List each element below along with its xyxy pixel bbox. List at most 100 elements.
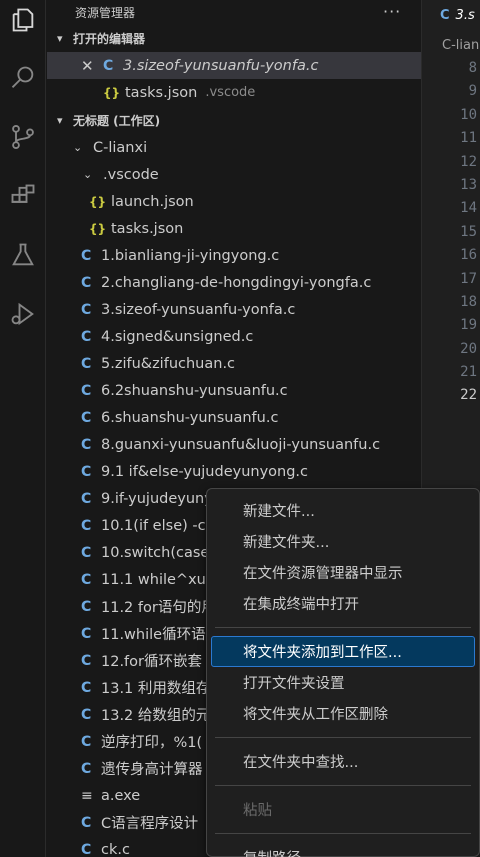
more-actions-icon[interactable]: ··· <box>383 2 401 21</box>
file-label: 1.bianliang-ji-yingyong.c <box>101 247 280 264</box>
line-number: 11 <box>460 130 477 147</box>
menu-item[interactable]: 新建文件... <box>207 495 479 526</box>
file-item[interactable]: C 6.shuanshu-yunsuanfu.c <box>47 404 421 431</box>
file-label: 12.for循环嵌套 <box>101 654 202 670</box>
line-number: 8 <box>468 60 477 76</box>
exe-file-icon: ≡ <box>81 787 93 804</box>
c-file-icon: C <box>81 382 92 399</box>
file-item[interactable]: C 2.changliang-de-hongdingyi-yongfa.c <box>47 269 421 296</box>
menu-item: 粘贴 <box>243 803 272 819</box>
open-editors-header[interactable]: ▾ 打开的编辑器 <box>47 24 421 52</box>
close-icon[interactable]: ✕ <box>81 57 103 75</box>
line-number: 9 <box>468 83 477 100</box>
c-file-icon: C <box>81 436 92 453</box>
c-file-icon: C <box>81 517 92 534</box>
menu-item[interactable]: 在文件夹中查找... <box>207 746 479 777</box>
file-label: ck.c <box>101 841 130 857</box>
line-number: 16 <box>460 247 477 264</box>
file-label: 3.sizeof-yunsuanfu-yonfa.c <box>101 301 296 318</box>
file-label: 9.1 if&else-yujudeyunyong.c <box>101 463 309 480</box>
chevron-down-icon: ⌄ <box>73 141 83 154</box>
file-item[interactable]: C 3.sizeof-yunsuanfu-yonfa.c <box>47 296 421 323</box>
menu-item[interactable]: 打开文件夹设置 <box>207 667 479 698</box>
c-file-icon: C <box>81 490 92 507</box>
c-file-icon: C <box>81 274 92 291</box>
menu-item[interactable]: 将文件夹从工作区删除 <box>207 698 479 729</box>
file-label: 2.changliang-de-hongdingyi-yongfa.c <box>101 274 372 291</box>
c-file-icon: C <box>81 814 92 831</box>
line-number: 10 <box>460 106 477 123</box>
file-item[interactable]: C 5.zifu&zifuchuan.c <box>47 350 421 377</box>
file-label: 13.2 给数组的元 <box>101 708 211 724</box>
folder-label: .vscode <box>103 166 159 183</box>
source-control-icon[interactable] <box>7 121 39 153</box>
c-file-icon: C <box>81 409 92 426</box>
testing-icon[interactable] <box>7 239 39 271</box>
file-label: 10.1(if else) -c <box>101 517 206 534</box>
file-item[interactable]: {} launch.json <box>47 188 421 215</box>
menu-item[interactable]: 在文件资源管理器中显示 <box>207 557 479 588</box>
file-label: 逆序打印，%1( <box>101 735 203 751</box>
line-number: 21 <box>460 364 477 381</box>
explorer-icon[interactable] <box>7 4 39 36</box>
c-file-icon: C <box>81 544 92 561</box>
menu-item[interactable]: 复制路径 <box>207 842 479 857</box>
line-number: 19 <box>460 317 477 334</box>
menu-separator <box>215 785 471 786</box>
line-number: 14 <box>460 200 477 217</box>
file-label: tasks.json <box>111 220 184 237</box>
editor-tab[interactable]: C 3.s <box>422 0 480 30</box>
open-editor-label: 3.sizeof-yunsuanfu-yonfa.c <box>123 57 319 74</box>
breadcrumb[interactable]: C-lian <box>422 30 480 58</box>
line-number: 22 <box>460 387 477 404</box>
search-icon[interactable] <box>7 62 39 94</box>
file-label: 11.2 for语句的用 <box>101 600 216 616</box>
chevron-down-icon: ▾ <box>57 31 63 45</box>
c-file-icon: C <box>81 301 92 318</box>
extensions-icon[interactable] <box>7 180 39 212</box>
file-item[interactable]: C 4.signed&unsigned.c <box>47 323 421 350</box>
open-editor-item[interactable]: ✕ C 3.sizeof-yunsuanfu-yonfa.c <box>47 52 421 79</box>
menu-item[interactable]: 新建文件夹... <box>207 526 479 557</box>
json-file-icon: {} <box>89 221 107 236</box>
line-number: 12 <box>460 153 477 170</box>
folder-label: C-lianxi <box>93 139 148 156</box>
line-number: 20 <box>460 340 477 357</box>
c-file-icon: C <box>81 571 92 588</box>
c-file-icon: C <box>81 760 92 777</box>
json-file-icon: {} <box>103 85 121 100</box>
activity-bar <box>0 0 46 857</box>
menu-item[interactable]: 将文件夹添加到工作区... <box>211 636 475 667</box>
c-file-icon: C <box>81 679 92 696</box>
file-label: 遗传身高计算器 <box>101 762 203 778</box>
file-label: 13.1 利用数组存 <box>101 681 211 697</box>
folder-item[interactable]: ⌄ .vscode <box>47 161 421 188</box>
file-item[interactable]: C 8.guanxi-yunsuanfu&luoji-yunsuanfu.c <box>47 431 421 458</box>
file-item[interactable]: C 9.1 if&else-yujudeyunyong.c <box>47 458 421 485</box>
chevron-down-icon: ▾ <box>57 113 63 127</box>
sidebar-title: 资源管理器 <box>75 5 136 20</box>
file-item[interactable]: C 6.2shuanshu-yunsuanfu.c <box>47 377 421 404</box>
open-editor-label: tasks.json <box>125 84 198 101</box>
file-label: 11.1 while^xun <box>101 571 216 588</box>
file-label: 6.2shuanshu-yunsuanfu.c <box>101 382 288 399</box>
file-item[interactable]: C 1.bianliang-ji-yingyong.c <box>47 242 421 269</box>
file-label: 5.zifu&zifuchuan.c <box>101 355 236 372</box>
line-number: 15 <box>460 223 477 240</box>
open-editor-item[interactable]: {} tasks.json .vscode <box>47 79 421 106</box>
c-file-icon: C <box>81 733 92 750</box>
file-item[interactable]: {} tasks.json <box>47 215 421 242</box>
tab-label: 3.s <box>455 7 475 23</box>
file-label: 6.shuanshu-yunsuanfu.c <box>101 409 279 426</box>
c-file-icon: C <box>81 706 92 723</box>
c-file-icon: C <box>81 355 92 372</box>
open-editors-title: 打开的编辑器 <box>73 31 146 46</box>
c-file-icon: C <box>81 841 92 857</box>
workspace-header[interactable]: ▾ 无标题 (工作区) <box>47 106 421 134</box>
c-file-icon: C <box>440 7 450 23</box>
json-file-icon: {} <box>89 194 107 209</box>
menu-item[interactable]: 在集成终端中打开 <box>207 588 479 619</box>
run-debug-icon[interactable] <box>7 298 39 330</box>
line-numbers: 8 9 10 11 12 13 14 15 16 17 18 19 20 21 22 <box>422 57 480 408</box>
folder-item[interactable]: ⌄ C-lianxi <box>47 134 421 161</box>
